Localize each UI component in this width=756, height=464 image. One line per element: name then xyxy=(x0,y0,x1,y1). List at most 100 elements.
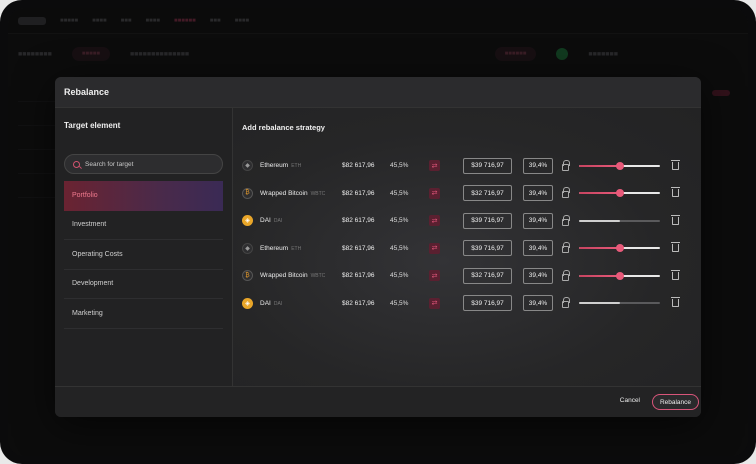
asset-name: Ethereum ETH xyxy=(260,245,342,252)
asset-ticker: WBTC xyxy=(310,273,326,280)
target-value-field[interactable]: $39 716,97 xyxy=(463,157,512,174)
target-percent-field[interactable]: 39,4% xyxy=(523,267,553,284)
asset-name-label: Ethereum xyxy=(260,244,289,252)
slider-fill xyxy=(579,192,620,195)
slider-fill xyxy=(579,219,620,222)
slider-thumb[interactable] xyxy=(615,271,624,280)
swap-icon[interactable]: ⇄ xyxy=(429,270,440,282)
cancel-button[interactable]: Cancel xyxy=(620,397,640,404)
slider-thumb[interactable] xyxy=(615,189,624,198)
swap-icon[interactable]: ⇄ xyxy=(429,297,440,309)
slider-fill xyxy=(579,302,620,305)
target-item-portfolio[interactable]: Portfolio xyxy=(64,181,223,211)
search-icon xyxy=(73,160,80,168)
screen: ■■■■■ ■■■■ ■■■ ■■■■ ■■■■■■ ■■■ ■■■■ ■■■■… xyxy=(8,8,748,456)
asset-percent: 45,5% xyxy=(390,244,409,252)
asset-name: Wrapped Bitcoin WBTC xyxy=(260,190,342,197)
lock-icon[interactable] xyxy=(562,159,570,171)
lock-icon[interactable] xyxy=(562,297,570,309)
trash-icon[interactable] xyxy=(671,159,680,170)
allocation-slider[interactable] xyxy=(579,244,660,253)
asset-name: DAI DAI xyxy=(260,217,342,224)
swap-icon[interactable]: ⇄ xyxy=(429,160,440,172)
target-list: Portfolio Investment Operating Costs Dev… xyxy=(64,181,223,329)
target-panel: Target element Portfolio Investment Oper… xyxy=(55,108,233,386)
slider-thumb[interactable] xyxy=(615,244,624,253)
asset-percent: 45,5% xyxy=(390,217,409,225)
strategy-row: ₿ Wrapped Bitcoin WBTC $82 617,96 45,5% ⇄ $32 … xyxy=(242,180,694,208)
target-value-field[interactable]: $39 716,97 xyxy=(463,240,512,257)
bitcoin-icon: ₿ xyxy=(242,187,253,199)
target-percent-field[interactable]: 39,4% xyxy=(523,185,553,202)
trash-icon[interactable] xyxy=(671,214,680,225)
trash-icon[interactable] xyxy=(671,187,680,198)
allocation-slider[interactable] xyxy=(579,161,660,170)
asset-amount: $82 617,96 xyxy=(342,189,375,197)
target-value-field[interactable]: $39 716,97 xyxy=(463,212,512,229)
bitcoin-icon: ₿ xyxy=(242,270,253,282)
asset-name: Wrapped Bitcoin WBTC xyxy=(260,272,342,279)
lock-icon[interactable] xyxy=(562,269,570,281)
swap-icon[interactable]: ⇄ xyxy=(429,187,440,199)
target-item-marketing[interactable]: Marketing xyxy=(64,299,223,329)
target-item-label: Portfolio xyxy=(72,192,98,200)
modal-footer: Cancel Rebalance xyxy=(55,386,701,417)
asset-percent: 45,5% xyxy=(390,272,409,280)
dai-icon: ◈ xyxy=(242,215,253,227)
target-item-operating-costs[interactable]: Operating Costs xyxy=(64,240,223,270)
asset-percent: 45,5% xyxy=(390,299,409,307)
trash-icon[interactable] xyxy=(671,269,680,280)
target-percent-field[interactable]: 39,4% xyxy=(523,240,553,257)
strategy-rows: ◆ Ethereum ETH $82 617,96 45,5% ⇄ $39 716,97 39… xyxy=(242,152,694,317)
target-value-field[interactable]: $32 716,97 xyxy=(463,267,512,284)
lock-icon[interactable] xyxy=(562,214,570,226)
slider-fill xyxy=(579,164,620,167)
rebalance-modal: Rebalance Target element Portfolio Inves… xyxy=(55,77,701,417)
strategy-panel-title: Add rebalance strategy xyxy=(242,123,325,132)
allocation-slider[interactable] xyxy=(579,219,660,222)
allocation-slider[interactable] xyxy=(579,302,660,305)
asset-ticker: DAI xyxy=(273,300,283,307)
strategy-row: ◆ Ethereum ETH $82 617,96 45,5% ⇄ $39 716,97 39… xyxy=(242,152,694,180)
asset-ticker: ETH xyxy=(291,245,302,252)
target-item-development[interactable]: Development xyxy=(64,270,223,299)
target-value-field[interactable]: $32 716,97 xyxy=(463,185,512,202)
asset-ticker: WBTC xyxy=(310,190,326,197)
target-percent-field[interactable]: 39,4% xyxy=(523,212,553,229)
strategy-panel: Add rebalance strategy ◆ Ethereum ETH $82 6… xyxy=(233,108,701,386)
strategy-row: ₿ Wrapped Bitcoin WBTC $82 617,96 45,5% ⇄ $32 … xyxy=(242,262,694,290)
target-percent-field[interactable]: 39,4% xyxy=(523,157,553,174)
asset-name-label: DAI xyxy=(260,299,271,307)
asset-amount: $82 617,96 xyxy=(342,299,375,307)
asset-name-label: Wrapped Bitcoin xyxy=(260,189,308,197)
strategy-row: ◆ Ethereum ETH $82 617,96 45,5% ⇄ $39 716,97 39… xyxy=(242,235,694,263)
target-item-label: Investment xyxy=(72,221,107,229)
lock-icon[interactable] xyxy=(562,187,570,199)
lock-icon[interactable] xyxy=(562,242,570,254)
trash-icon[interactable] xyxy=(671,297,680,308)
target-item-label: Marketing xyxy=(72,309,103,317)
swap-icon[interactable]: ⇄ xyxy=(429,215,440,227)
target-percent-field[interactable]: 39,4% xyxy=(523,295,553,312)
modal-title: Rebalance xyxy=(64,87,110,97)
swap-icon[interactable]: ⇄ xyxy=(429,242,440,254)
search-input[interactable] xyxy=(85,160,215,168)
target-value-field[interactable]: $39 716,97 xyxy=(463,295,512,312)
asset-amount: $82 617,96 xyxy=(342,272,375,280)
trash-icon[interactable] xyxy=(671,242,680,253)
strategy-row: ◈ DAI DAI $82 617,96 45,5% ⇄ $39 716,97 39,4% xyxy=(242,290,694,318)
target-item-investment[interactable]: Investment xyxy=(64,211,223,240)
asset-amount: $82 617,96 xyxy=(342,244,375,252)
ethereum-icon: ◆ xyxy=(242,242,253,254)
allocation-slider[interactable] xyxy=(579,189,660,198)
slider-thumb[interactable] xyxy=(615,161,624,170)
strategy-row: ◈ DAI DAI $82 617,96 45,5% ⇄ $39 716,97 39,4% xyxy=(242,207,694,235)
asset-amount: $82 617,96 xyxy=(342,217,375,225)
dai-icon: ◈ xyxy=(242,297,253,309)
allocation-slider[interactable] xyxy=(579,271,660,280)
asset-name-label: Wrapped Bitcoin xyxy=(260,272,308,280)
search-box[interactable] xyxy=(64,154,223,174)
asset-ticker: DAI xyxy=(273,218,283,225)
asset-name: DAI DAI xyxy=(260,300,342,307)
rebalance-button[interactable]: Rebalance xyxy=(652,394,699,410)
